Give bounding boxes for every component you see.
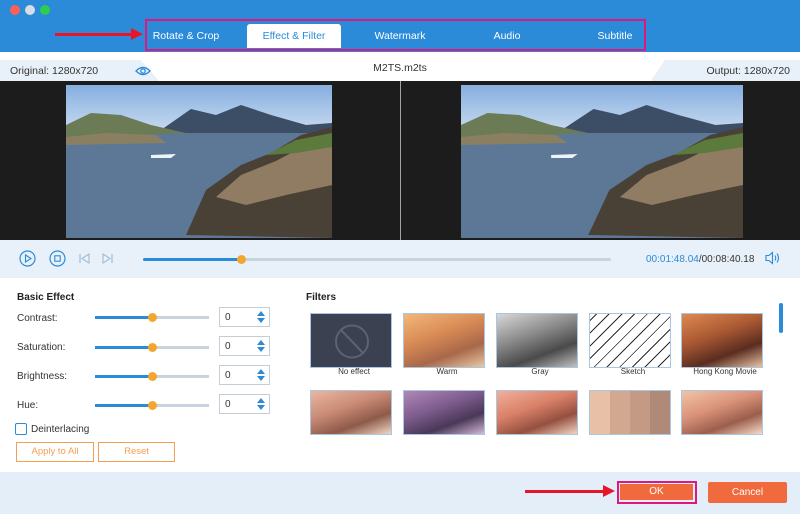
filter-label: No effect bbox=[338, 367, 370, 376]
cancel-button[interactable]: Cancel bbox=[708, 482, 787, 503]
progress-handle[interactable] bbox=[236, 255, 246, 264]
saturation-slider[interactable] bbox=[95, 343, 209, 352]
ok-highlight: OK bbox=[617, 481, 697, 504]
filter-thumbnail[interactable] bbox=[310, 390, 392, 435]
playback-controls: 00:01:48.04/00:08:40.18 bbox=[0, 240, 800, 278]
tab-bar: Rotate & Crop Effect & Filter Watermark … bbox=[145, 19, 646, 51]
volume-icon[interactable] bbox=[765, 251, 781, 265]
file-name: M2TS.m2ts bbox=[373, 62, 427, 74]
filter-hong-kong-movie[interactable] bbox=[681, 313, 763, 368]
previous-frame-icon[interactable] bbox=[78, 252, 91, 265]
hue-slider[interactable] bbox=[95, 401, 209, 410]
ok-button[interactable]: OK bbox=[620, 484, 693, 500]
apply-to-all-button[interactable]: Apply to All bbox=[16, 442, 94, 462]
filter-label: Gray bbox=[531, 367, 549, 376]
filter-thumbnail[interactable] bbox=[403, 390, 485, 435]
tab-effect-filter[interactable]: Effect & Filter bbox=[247, 24, 341, 48]
basic-effect-title: Basic Effect bbox=[17, 292, 75, 303]
next-frame-icon[interactable] bbox=[101, 252, 114, 265]
saturation-label: Saturation: bbox=[17, 342, 66, 353]
deinterlacing-label: Deinterlacing bbox=[31, 424, 90, 435]
red-arrow-ok bbox=[525, 485, 615, 497]
output-preview bbox=[461, 85, 743, 238]
saturation-stepper[interactable]: 0 bbox=[219, 336, 270, 356]
increase-icon[interactable] bbox=[257, 311, 265, 316]
filter-gray[interactable] bbox=[496, 313, 578, 368]
stop-icon[interactable] bbox=[49, 250, 66, 267]
hue-stepper[interactable]: 0 bbox=[219, 394, 270, 414]
filter-label: Hong Kong Movie bbox=[693, 367, 757, 376]
tab-audio[interactable]: Audio bbox=[477, 24, 537, 48]
tab-subtitle[interactable]: Subtitle bbox=[585, 24, 645, 48]
filter-warm[interactable] bbox=[403, 313, 485, 368]
hue-label: Hue: bbox=[17, 400, 39, 411]
increase-icon[interactable] bbox=[257, 398, 265, 403]
saturation-slider-handle[interactable] bbox=[147, 343, 157, 352]
tab-rotate-crop[interactable]: Rotate & Crop bbox=[147, 24, 225, 48]
filters-title: Filters bbox=[306, 292, 337, 303]
preview-area bbox=[0, 81, 800, 240]
tab-watermark[interactable]: Watermark bbox=[365, 24, 435, 48]
brightness-stepper[interactable]: 0 bbox=[219, 365, 270, 385]
decrease-icon[interactable] bbox=[257, 347, 265, 352]
decrease-icon[interactable] bbox=[257, 376, 265, 381]
filter-label: Warm bbox=[436, 367, 458, 376]
reset-button[interactable]: Reset bbox=[98, 442, 175, 462]
minimize-window-button[interactable] bbox=[25, 5, 35, 15]
brightness-label: Brightness: bbox=[17, 371, 68, 382]
contrast-slider-handle[interactable] bbox=[147, 313, 157, 322]
time-display: 00:01:48.04/00:08:40.18 bbox=[646, 254, 755, 265]
decrease-icon[interactable] bbox=[257, 405, 265, 410]
hue-slider-handle[interactable] bbox=[147, 401, 157, 410]
increase-icon[interactable] bbox=[257, 369, 265, 374]
play-icon[interactable] bbox=[19, 250, 36, 267]
brightness-slider-handle[interactable] bbox=[147, 372, 157, 381]
contrast-slider[interactable] bbox=[95, 313, 209, 322]
original-preview bbox=[66, 85, 332, 238]
decrease-icon[interactable] bbox=[257, 318, 265, 323]
filters-scrollbar[interactable] bbox=[779, 303, 783, 333]
filter-thumbnail[interactable] bbox=[589, 390, 671, 435]
contrast-label: Contrast: bbox=[17, 313, 58, 324]
close-window-button[interactable] bbox=[10, 5, 20, 15]
maximize-window-button[interactable] bbox=[40, 5, 50, 15]
filter-no-effect[interactable] bbox=[310, 313, 392, 368]
no-effect-icon bbox=[335, 324, 369, 359]
progress-bar[interactable] bbox=[143, 255, 611, 264]
deinterlacing-checkbox[interactable] bbox=[15, 423, 27, 435]
output-resolution: Output: 1280x720 bbox=[706, 65, 790, 77]
contrast-stepper[interactable]: 0 bbox=[219, 307, 270, 327]
filter-sketch[interactable] bbox=[589, 313, 671, 368]
filter-thumbnail[interactable] bbox=[681, 390, 763, 435]
brightness-slider[interactable] bbox=[95, 372, 209, 381]
red-arrow-tabs bbox=[55, 28, 143, 40]
filter-label: Sketch bbox=[620, 367, 646, 376]
filter-thumbnail[interactable] bbox=[496, 390, 578, 435]
increase-icon[interactable] bbox=[257, 340, 265, 345]
